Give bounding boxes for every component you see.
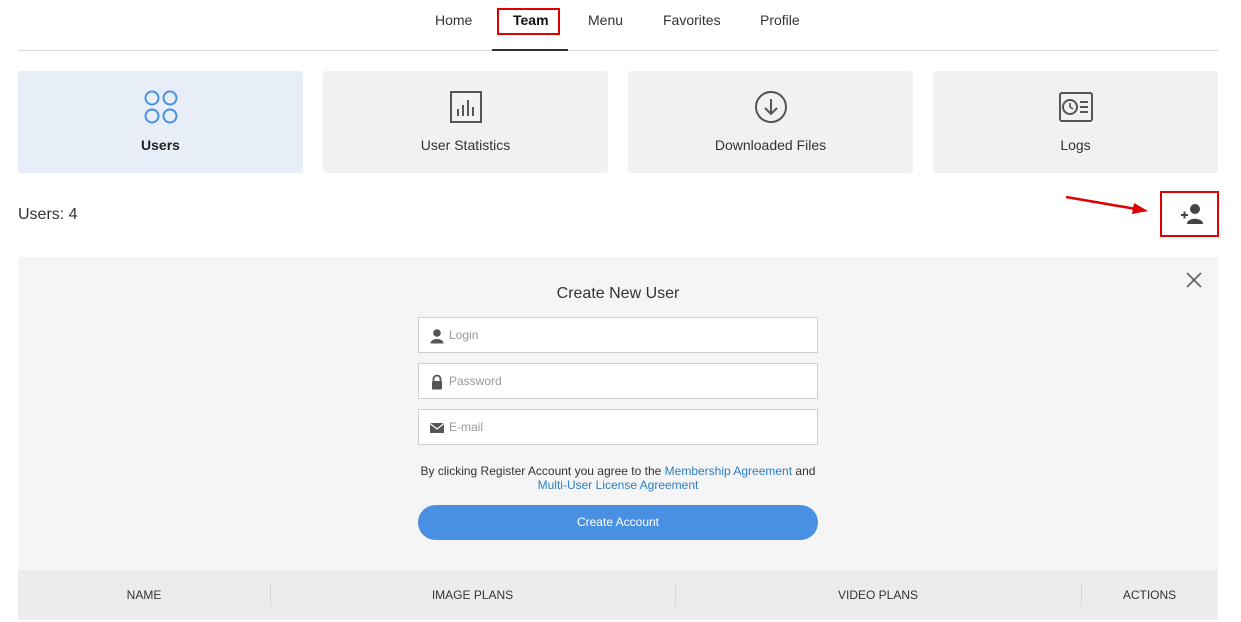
email-input[interactable] bbox=[449, 410, 809, 444]
nav-team[interactable]: Team bbox=[513, 12, 549, 28]
lock-icon bbox=[432, 374, 442, 390]
users-table-header: NAME IMAGE PLANS VIDEO PLANS ACTIONS bbox=[18, 570, 1218, 620]
nav-home[interactable]: Home bbox=[435, 12, 472, 28]
tile-logs[interactable]: Logs bbox=[933, 71, 1218, 173]
user-icon bbox=[430, 329, 444, 344]
membership-agreement-link[interactable]: Membership Agreement bbox=[665, 464, 792, 478]
tile-user-statistics[interactable]: User Statistics bbox=[323, 71, 608, 173]
clock-list-icon bbox=[1058, 92, 1093, 122]
envelope-icon bbox=[429, 423, 445, 433]
login-input[interactable] bbox=[449, 318, 809, 352]
tile-downloaded-files-label: Downloaded Files bbox=[714, 137, 827, 153]
create-account-button[interactable]: Create Account bbox=[418, 505, 818, 540]
users-grid-icon bbox=[144, 90, 177, 124]
agreement-text: By clicking Register Account you agree t… bbox=[398, 464, 838, 492]
download-circle-icon bbox=[754, 91, 787, 123]
nav-favorites[interactable]: Favorites bbox=[663, 12, 721, 28]
agreement-prefix: By clicking Register Account you agree t… bbox=[420, 464, 662, 478]
nav-profile[interactable]: Profile bbox=[760, 12, 800, 28]
column-image-plans[interactable]: IMAGE PLANS bbox=[270, 570, 675, 620]
bar-chart-icon bbox=[449, 91, 482, 123]
add-user-button[interactable] bbox=[1160, 191, 1219, 237]
nav-menu[interactable]: Menu bbox=[588, 12, 623, 28]
tile-users[interactable]: Users bbox=[18, 71, 303, 173]
create-user-panel: Create New User By clicking Register Acc… bbox=[18, 257, 1218, 570]
column-actions[interactable]: ACTIONS bbox=[1081, 570, 1218, 620]
column-video-plans[interactable]: VIDEO PLANS bbox=[675, 570, 1081, 620]
tile-user-statistics-label: User Statistics bbox=[420, 137, 511, 153]
add-user-icon bbox=[1181, 204, 1203, 224]
create-user-title: Create New User bbox=[556, 285, 680, 302]
password-input[interactable] bbox=[449, 364, 809, 398]
active-tab-underline bbox=[492, 49, 568, 51]
tile-users-label: Users bbox=[141, 137, 180, 153]
tile-logs-label: Logs bbox=[1060, 137, 1091, 153]
tile-downloaded-files[interactable]: Downloaded Files bbox=[628, 71, 913, 173]
column-name[interactable]: NAME bbox=[18, 570, 270, 620]
password-field[interactable] bbox=[418, 363, 818, 399]
top-nav: Home Team Menu Favorites Profile bbox=[18, 0, 1218, 51]
agreement-and: and bbox=[795, 464, 816, 478]
email-field[interactable] bbox=[418, 409, 818, 445]
login-field[interactable] bbox=[418, 317, 818, 353]
users-count: Users: 4 bbox=[18, 206, 78, 223]
annotation-arrow bbox=[1065, 195, 1148, 214]
license-agreement-link[interactable]: Multi-User License Agreement bbox=[538, 478, 699, 492]
